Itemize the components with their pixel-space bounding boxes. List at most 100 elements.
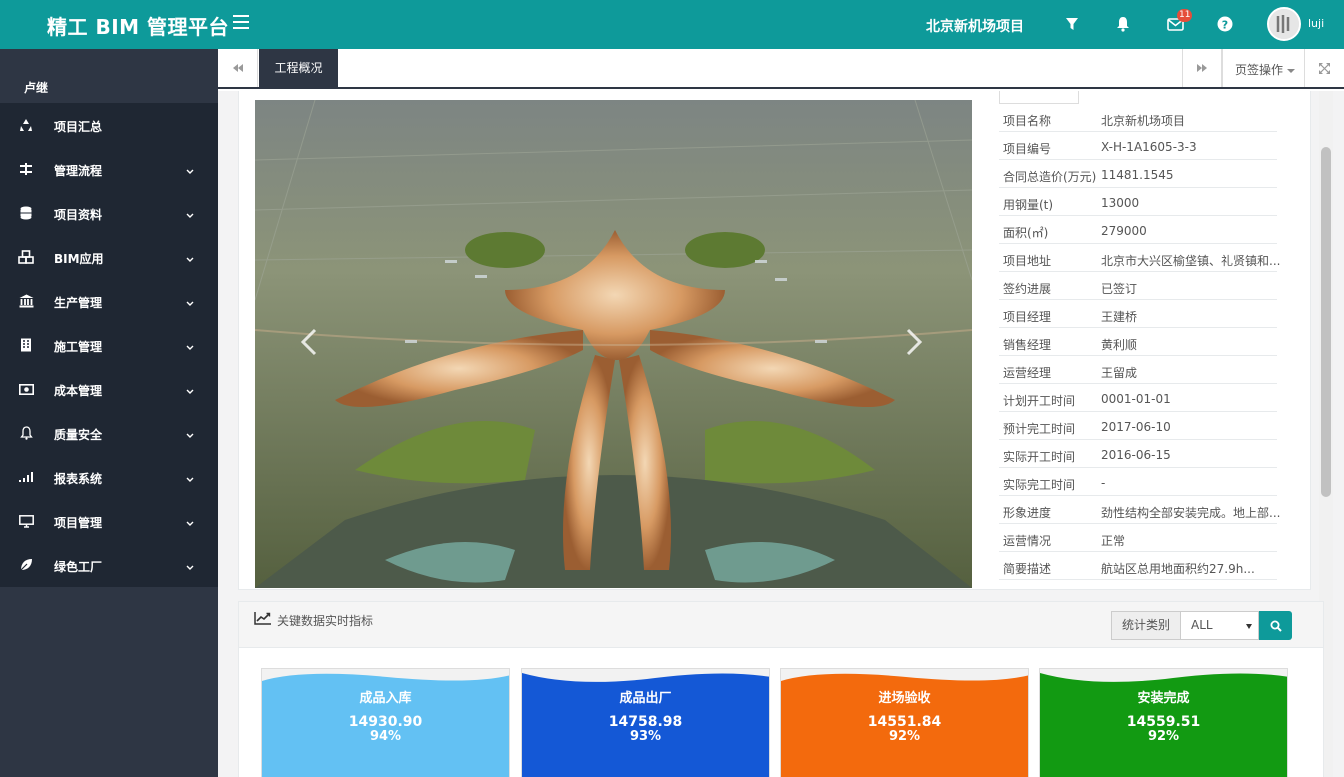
kpi-card-name: 进场验收 xyxy=(878,691,931,706)
sidebar-item-label: 质量安全 xyxy=(54,428,103,442)
info-key: 销售经理 xyxy=(1003,338,1052,352)
project-overview-panel: 项目名称 北京新机场项目 项目编号 X-H-1A1605-3-3 合同总造价(万元)… xyxy=(238,91,1311,590)
info-key: 形象进度 xyxy=(1003,506,1052,520)
sidebar: 卢继 项目汇总 管理流程 项目资料 BIM应用 生产管理 施工管理 成本管理 质… xyxy=(0,49,218,777)
info-key: 项目经理 xyxy=(1003,310,1052,324)
chevron-down-icon xyxy=(186,252,194,266)
filter-icon[interactable] xyxy=(1062,14,1082,34)
project-selector[interactable]: 北京新机场项目 xyxy=(926,16,1024,36)
sidebar-item-summary[interactable]: 项目汇总 xyxy=(0,103,218,147)
info-key: 计划开工时间 xyxy=(1003,394,1076,408)
desktop-icon xyxy=(18,513,34,529)
info-value: 航站区总用地面积约27.9h... xyxy=(1101,562,1255,576)
sidebar-item-label: 生产管理 xyxy=(54,296,103,310)
info-value: 王建桥 xyxy=(1101,310,1138,324)
bell-icon[interactable] xyxy=(1113,14,1133,34)
scrollbar-thumb[interactable] xyxy=(1321,147,1331,497)
database-icon xyxy=(18,205,34,221)
project-photo-carousel[interactable] xyxy=(255,100,972,588)
main-content: 项目名称 北京新机场项目 项目编号 X-H-1A1605-3-3 合同总造价(万元)… xyxy=(218,91,1344,777)
sidebar-item-docs[interactable]: 项目资料 xyxy=(0,191,218,235)
chevron-down-icon xyxy=(186,560,194,574)
info-row: 项目名称 北京新机场项目 xyxy=(999,104,1277,132)
kpi-card[interactable]: 成品入库 14930.90 94% xyxy=(261,668,510,777)
mail-badge: 11 xyxy=(1177,9,1193,22)
carousel-next-icon[interactable] xyxy=(906,328,924,359)
backward-icon xyxy=(232,64,243,72)
kpi-card[interactable]: 进场验收 14551.84 92% xyxy=(780,668,1029,777)
card-wave xyxy=(262,669,509,689)
sidebar-item-cost[interactable]: 成本管理 xyxy=(0,367,218,411)
info-row: 项目地址 北京市大兴区榆垡镇、礼贤镇和... xyxy=(999,244,1280,272)
tab-project-overview[interactable]: 工程概况 xyxy=(259,49,338,87)
svg-text:?: ? xyxy=(1222,18,1228,31)
kpi-panel-title: 关键数据实时指标 xyxy=(277,614,374,628)
info-key: 面积(㎡) xyxy=(1003,226,1049,240)
info-value: - xyxy=(1101,476,1106,490)
tab-bar: 工程概况 页签操作 xyxy=(218,49,1344,89)
stat-category-select[interactable]: ALL xyxy=(1181,611,1259,640)
chevron-down-icon xyxy=(186,296,194,310)
info-value: 2016-06-15 xyxy=(1101,448,1171,462)
tab-operations-dropdown[interactable]: 页签操作 xyxy=(1222,49,1304,87)
sidebar-item-project-mgmt[interactable]: 项目管理 xyxy=(0,499,218,543)
sidebar-item-construction[interactable]: 施工管理 xyxy=(0,323,218,367)
tab-scroll-right-button[interactable] xyxy=(1182,49,1222,87)
recycle-icon xyxy=(18,117,34,133)
expand-icon xyxy=(1319,62,1330,74)
avatar[interactable] xyxy=(1267,7,1301,41)
kpi-card-name: 成品出厂 xyxy=(619,691,672,706)
info-key: 运营情况 xyxy=(1003,534,1052,548)
chevron-down-icon xyxy=(186,164,194,178)
chevron-down-icon xyxy=(186,384,194,398)
search-button[interactable] xyxy=(1259,611,1292,640)
carousel-prev-icon[interactable] xyxy=(299,328,317,359)
bank-icon xyxy=(18,293,34,309)
stat-category-value: ALL xyxy=(1191,618,1213,632)
caret-down-icon xyxy=(1287,68,1296,73)
info-value: 北京新机场项目 xyxy=(1101,114,1186,128)
username[interactable]: luji xyxy=(1308,17,1324,30)
help-icon[interactable]: ? xyxy=(1215,14,1235,34)
sidebar-item-workflow[interactable]: 管理流程 xyxy=(0,147,218,191)
kpi-card-value: 14551.84 xyxy=(867,714,942,730)
kpi-card-value: 14758.98 xyxy=(608,714,683,730)
sidebar-item-reports[interactable]: 报表系统 xyxy=(0,455,218,499)
sidebar-item-green-factory[interactable]: 绿色工厂 xyxy=(0,543,218,587)
card-wave xyxy=(781,669,1028,689)
info-value: 11481.1545 xyxy=(1101,168,1174,182)
kpi-card-value: 14559.51 xyxy=(1126,714,1201,730)
sidebar-item-label: 成本管理 xyxy=(54,384,103,398)
brand-title: 精工 BIM 管理平台 xyxy=(47,15,230,39)
info-row: 项目编号 X-H-1A1605-3-3 xyxy=(999,132,1277,160)
info-row: 合同总造价(万元) 11481.1545 xyxy=(999,160,1277,188)
bell-icon xyxy=(18,425,34,441)
chevron-down-icon xyxy=(186,208,194,222)
airport-aerial-image xyxy=(255,100,972,588)
info-key: 简要描述 xyxy=(1003,562,1052,576)
info-key: 合同总造价(万元) xyxy=(1003,170,1097,184)
kpi-card[interactable]: 成品出厂 14758.98 93% xyxy=(521,668,770,777)
sidebar-item-label: 施工管理 xyxy=(54,340,103,354)
tab-scroll-left-button[interactable] xyxy=(218,49,258,87)
fullscreen-button[interactable] xyxy=(1304,49,1344,87)
kpi-panel-header: 关键数据实时指标 统计类别 ALL xyxy=(239,602,1323,648)
info-tab[interactable] xyxy=(999,91,1079,104)
kpi-panel: 关键数据实时指标 统计类别 ALL 成品入库 14930.90 94% 成品出厂… xyxy=(238,601,1324,777)
info-value: 正常 xyxy=(1101,534,1126,548)
money-icon xyxy=(18,381,34,397)
sidebar-item-production[interactable]: 生产管理 xyxy=(0,279,218,323)
menu-icon[interactable] xyxy=(233,15,249,29)
sidebar-item-quality[interactable]: 质量安全 xyxy=(0,411,218,455)
building-icon xyxy=(18,337,34,353)
kpi-card-name: 安装完成 xyxy=(1137,691,1190,706)
sidebar-item-bim[interactable]: BIM应用 xyxy=(0,235,218,279)
info-value: 2017-06-10 xyxy=(1101,420,1171,434)
sidebar-item-label: 项目资料 xyxy=(54,208,103,222)
info-value: X-H-1A1605-3-3 xyxy=(1101,140,1197,154)
info-key: 运营经理 xyxy=(1003,366,1052,380)
dropdown-arrow-icon xyxy=(1246,624,1252,629)
kpi-card[interactable]: 安装完成 14559.51 92% xyxy=(1039,668,1288,777)
info-key: 用钢量(t) xyxy=(1003,198,1054,212)
info-row: 运营经理 王留成 xyxy=(999,356,1277,384)
